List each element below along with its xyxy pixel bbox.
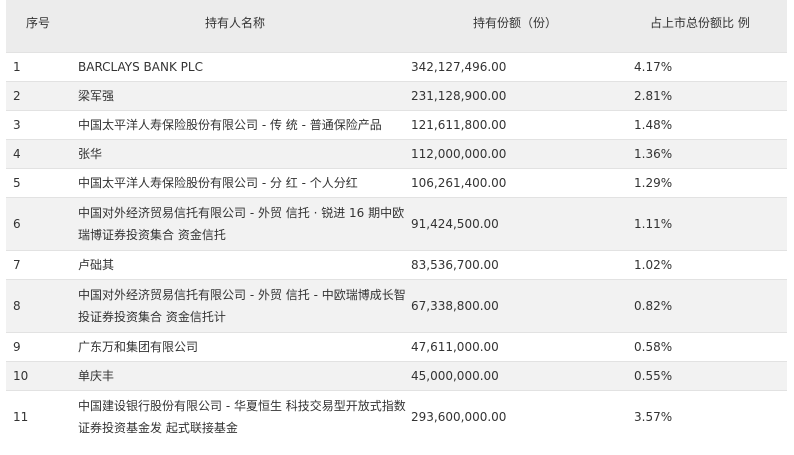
cell-shares: 47,611,000.00	[411, 332, 634, 362]
cell-holder-name: 单庆丰	[78, 361, 411, 391]
cell-index: 8	[6, 279, 78, 333]
cell-percent: 3.57%	[634, 390, 787, 443]
cell-percent: 1.11%	[634, 197, 787, 251]
table-row: 7 卢础其 83,536,700.00 1.02%	[6, 250, 787, 280]
cell-percent: 0.55%	[634, 361, 787, 391]
holders-table: 序号 持有人名称 持有份额（份） 占上市总份额比 例 1 BARCLAYS BA…	[6, 0, 787, 443]
cell-shares: 106,261,400.00	[411, 168, 634, 198]
cell-holder-name: 卢础其	[78, 250, 411, 280]
header-shares: 持有份额（份）	[411, 0, 634, 53]
cell-holder-name: 广东万和集团有限公司	[78, 332, 411, 362]
cell-index: 3	[6, 110, 78, 140]
cell-shares: 45,000,000.00	[411, 361, 634, 391]
cell-percent: 2.81%	[634, 81, 787, 111]
cell-index: 1	[6, 52, 78, 82]
header-holder-name: 持有人名称	[78, 0, 411, 53]
cell-holder-name: 中国建设银行股份有限公司 - 华夏恒生 科技交易型开放式指数证券投资基金发 起式…	[78, 390, 411, 443]
cell-shares: 293,600,000.00	[411, 390, 634, 443]
cell-percent: 1.48%	[634, 110, 787, 140]
table-row: 6 中国对外经济贸易信托有限公司 - 外贸 信托 · 锐进 16 期中欧瑞博证券…	[6, 197, 787, 251]
cell-holder-name: BARCLAYS BANK PLC	[78, 52, 411, 82]
cell-shares: 83,536,700.00	[411, 250, 634, 280]
cell-percent: 1.02%	[634, 250, 787, 280]
table-row: 11 中国建设银行股份有限公司 - 华夏恒生 科技交易型开放式指数证券投资基金发…	[6, 390, 787, 443]
cell-shares: 231,128,900.00	[411, 81, 634, 111]
cell-holder-name: 中国太平洋人寿保险股份有限公司 - 传 统 - 普通保险产品	[78, 110, 411, 140]
cell-percent: 1.36%	[634, 139, 787, 169]
table-row: 4 张华 112,000,000.00 1.36%	[6, 139, 787, 169]
cell-shares: 112,000,000.00	[411, 139, 634, 169]
cell-index: 11	[6, 390, 78, 443]
cell-shares: 67,338,800.00	[411, 279, 634, 333]
cell-index: 6	[6, 197, 78, 251]
table-row: 8 中国对外经济贸易信托有限公司 - 外贸 信托 - 中欧瑞博成长智投证券投资集…	[6, 279, 787, 333]
cell-holder-name: 中国太平洋人寿保险股份有限公司 - 分 红 - 个人分红	[78, 168, 411, 198]
cell-index: 9	[6, 332, 78, 362]
table-row: 9 广东万和集团有限公司 47,611,000.00 0.58%	[6, 332, 787, 362]
header-index: 序号	[6, 0, 78, 53]
table-row: 1 BARCLAYS BANK PLC 342,127,496.00 4.17%	[6, 52, 787, 82]
cell-percent: 0.58%	[634, 332, 787, 362]
cell-holder-name: 张华	[78, 139, 411, 169]
cell-shares: 91,424,500.00	[411, 197, 634, 251]
cell-holder-name: 梁军强	[78, 81, 411, 111]
cell-shares: 342,127,496.00	[411, 52, 634, 82]
cell-index: 5	[6, 168, 78, 198]
cell-percent: 1.29%	[634, 168, 787, 198]
cell-index: 2	[6, 81, 78, 111]
header-percent: 占上市总份额比 例	[634, 0, 787, 53]
cell-holder-name: 中国对外经济贸易信托有限公司 - 外贸 信托 · 锐进 16 期中欧瑞博证券投资…	[78, 197, 411, 251]
cell-index: 4	[6, 139, 78, 169]
holders-table-container: 序号 持有人名称 持有份额（份） 占上市总份额比 例 1 BARCLAYS BA…	[0, 0, 794, 455]
cell-index: 7	[6, 250, 78, 280]
table-row: 3 中国太平洋人寿保险股份有限公司 - 传 统 - 普通保险产品 121,611…	[6, 110, 787, 140]
cell-percent: 4.17%	[634, 52, 787, 82]
table-row: 10 单庆丰 45,000,000.00 0.55%	[6, 361, 787, 391]
table-row: 2 梁军强 231,128,900.00 2.81%	[6, 81, 787, 111]
cell-shares: 121,611,800.00	[411, 110, 634, 140]
table-header-row: 序号 持有人名称 持有份额（份） 占上市总份额比 例	[6, 0, 787, 53]
cell-percent: 0.82%	[634, 279, 787, 333]
table-row: 5 中国太平洋人寿保险股份有限公司 - 分 红 - 个人分红 106,261,4…	[6, 168, 787, 198]
cell-index: 10	[6, 361, 78, 391]
cell-holder-name: 中国对外经济贸易信托有限公司 - 外贸 信托 - 中欧瑞博成长智投证券投资集合 …	[78, 279, 411, 333]
